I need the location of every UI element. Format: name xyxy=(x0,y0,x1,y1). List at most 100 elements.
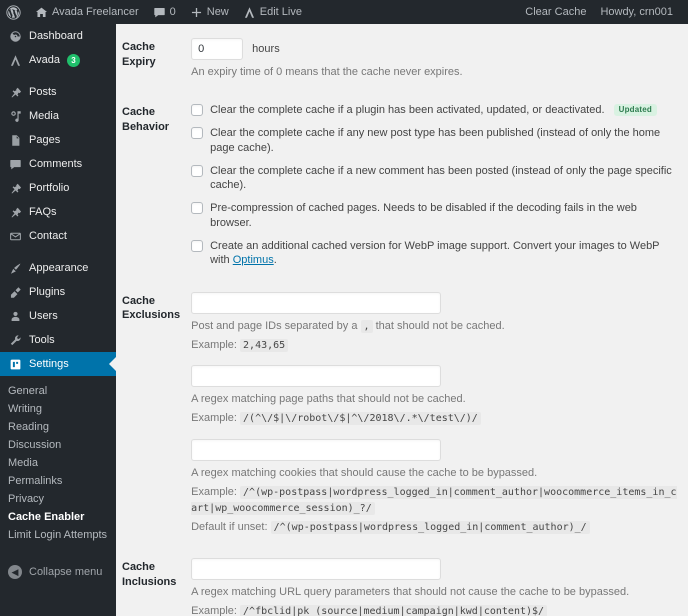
settings-submenu: General Writing Reading Discussion Media… xyxy=(0,376,116,550)
submenu-item-cache-enabler[interactable]: Cache Enabler xyxy=(0,508,116,526)
sidebar-item-label: Avada xyxy=(29,54,60,66)
wp-logo-button[interactable] xyxy=(0,0,28,24)
sidebar-item-media[interactable]: Media xyxy=(0,104,116,128)
cache-inclusions-fields-cell: A regex matching URL query parameters th… xyxy=(191,544,688,616)
comments-button[interactable]: 0 xyxy=(146,0,183,24)
sidebar-item-faqs[interactable]: FAQs xyxy=(0,200,116,224)
cache-inclusions-label: Cache Inclusions xyxy=(122,561,177,588)
sidebar-item-dashboard[interactable]: Dashboard xyxy=(0,24,116,48)
plugins-icon xyxy=(8,285,22,299)
row-cache-exclusions: Cache Exclusions Post and page IDs separ… xyxy=(116,278,688,545)
comments-count: 0 xyxy=(169,6,176,18)
sidebar-item-users[interactable]: Users xyxy=(0,304,116,328)
sidebar-item-posts[interactable]: Posts xyxy=(0,80,116,104)
checkbox-label: Clear the complete cache if a new commen… xyxy=(210,164,672,192)
checkbox-row-plugin-change[interactable]: Clear the complete cache if a plugin has… xyxy=(191,103,678,117)
sidebar-item-settings[interactable]: Settings xyxy=(0,352,116,376)
home-icon xyxy=(35,6,48,19)
new-content-label: New xyxy=(206,6,229,18)
sidebar-item-label: Appearance xyxy=(29,262,89,274)
chevron-left-icon: ◀ xyxy=(8,565,22,579)
cache-exclusions-fields-cell: Post and page IDs separated by a , that … xyxy=(191,278,688,545)
submenu-item-privacy[interactable]: Privacy xyxy=(0,490,116,508)
example-code: /(^\/$|\/robot\/$|^\/2018\/.*\/test\/)/ xyxy=(240,412,481,426)
desc-text-before: Post and page IDs separated by a xyxy=(191,319,361,332)
sidebar-item-avada[interactable]: Avada 3 xyxy=(0,48,116,72)
optimus-link[interactable]: Optimus xyxy=(233,254,274,266)
checkbox-plugin-change[interactable] xyxy=(191,103,204,116)
checkbox-row-pre-compression[interactable]: Pre-compression of cached pages. Needs t… xyxy=(191,201,678,230)
submenu-item-limit-login-attempts[interactable]: Limit Login Attempts xyxy=(0,526,116,544)
cache-expiry-unit: hours xyxy=(252,43,280,55)
submenu-item-general[interactable]: General xyxy=(0,382,116,400)
comment-icon xyxy=(8,157,22,171)
excluded-page-paths-input[interactable] xyxy=(191,365,442,388)
checkbox-new-post-type[interactable] xyxy=(191,127,204,140)
sidebar-item-label: Users xyxy=(29,310,58,322)
checkbox-row-new-comment[interactable]: Clear the complete cache if a new commen… xyxy=(191,164,678,193)
clear-cache-button[interactable]: Clear Cache xyxy=(519,0,593,24)
row-cache-behavior: Cache Behavior Clear the complete cache … xyxy=(116,89,688,278)
avada-update-badge: 3 xyxy=(67,53,80,67)
submenu-item-reading[interactable]: Reading xyxy=(0,418,116,436)
row-cache-inclusions: Cache Inclusions A regex matching URL qu… xyxy=(116,544,688,616)
excluded-post-ids-input[interactable] xyxy=(191,291,442,314)
settings-form: Cache Expiry hours An expiry time of 0 m… xyxy=(116,24,688,616)
checkbox-text-before: Create an additional cached version for … xyxy=(210,240,660,267)
cache-expiry-description: An expiry time of 0 means that the cache… xyxy=(191,66,463,78)
updated-badge: Updated xyxy=(613,103,657,117)
checkbox-new-comment[interactable] xyxy=(191,164,204,177)
envelope-icon xyxy=(8,229,22,243)
checkbox-row-webp[interactable]: Create an additional cached version for … xyxy=(191,239,678,268)
checkbox-row-new-post-type[interactable]: Clear the complete cache if any new post… xyxy=(191,126,678,155)
collapse-menu-button[interactable]: ◀ Collapse menu xyxy=(0,560,116,584)
sidebar-item-label: Settings xyxy=(29,358,69,370)
excluded-cookies-default: Default if unset: /^(wp-postpass|wordpre… xyxy=(191,520,678,536)
excluded-cookies-example: Example: /^(wp-postpass|wordpress_logged… xyxy=(191,485,678,517)
cache-expiry-input[interactable] xyxy=(191,38,244,60)
checkbox-pre-compression[interactable] xyxy=(191,202,204,215)
admin-bar-right: Clear Cache Howdy, crn001 xyxy=(519,0,688,24)
sidebar-item-comments[interactable]: Comments xyxy=(0,152,116,176)
checkbox-text: Clear the complete cache if a plugin has… xyxy=(210,103,605,116)
pin-icon xyxy=(8,85,22,99)
brush-icon xyxy=(8,261,22,275)
site-name-button[interactable]: Avada Freelancer xyxy=(28,0,146,24)
sidebar-item-pages[interactable]: Pages xyxy=(0,128,116,152)
included-query-params-input[interactable] xyxy=(191,558,442,581)
default-code: /^(wp-postpass|wordpress_logged_in|comme… xyxy=(270,521,590,535)
checkbox-label: Clear the complete cache if any new post… xyxy=(210,127,661,154)
new-content-button[interactable]: New xyxy=(183,0,236,24)
excluded-post-ids-example: Example: 2,43,65 xyxy=(191,338,678,354)
submenu-item-permalinks[interactable]: Permalinks xyxy=(0,472,116,490)
submenu-item-media[interactable]: Media xyxy=(0,454,116,472)
sidebar-item-label: FAQs xyxy=(29,206,57,218)
avada-icon xyxy=(243,6,256,19)
sidebar-item-contact[interactable]: Contact xyxy=(0,224,116,248)
wordpress-icon xyxy=(6,4,21,20)
example-code: /^(wp-postpass|wordpress_logged_in|comme… xyxy=(191,486,677,516)
cache-expiry-field-cell: hours An expiry time of 0 means that the… xyxy=(191,24,688,89)
sidebar-item-tools[interactable]: Tools xyxy=(0,328,116,352)
sidebar-item-appearance[interactable]: Appearance xyxy=(0,256,116,280)
example-label: Example: xyxy=(191,486,237,499)
example-code: /^fbclid|pk_(source|medium|campaign|kwd|… xyxy=(240,605,548,616)
pin-icon xyxy=(8,205,22,219)
row-cache-expiry: Cache Expiry hours An expiry time of 0 m… xyxy=(116,24,688,89)
excluded-cookies-description: A regex matching cookies that should cau… xyxy=(191,467,538,480)
submenu-item-writing[interactable]: Writing xyxy=(0,400,116,418)
admin-bar-left: Avada Freelancer 0 New Edit Live xyxy=(0,0,309,24)
sidebar-divider xyxy=(0,248,116,256)
default-label: Default if unset: xyxy=(191,521,268,534)
excluded-cookies-input[interactable] xyxy=(191,439,442,462)
excluded-post-ids-description: Post and page IDs separated by a , that … xyxy=(191,319,678,335)
comma-code: , xyxy=(360,319,373,333)
sidebar-item-plugins[interactable]: Plugins xyxy=(0,280,116,304)
excluded-page-paths-example: Example: /(^\/$|\/robot\/$|^\/2018\/.*\/… xyxy=(191,411,678,427)
sidebar-item-portfolio[interactable]: Portfolio xyxy=(0,176,116,200)
checkbox-webp[interactable] xyxy=(191,240,204,253)
my-account-button[interactable]: Howdy, crn001 xyxy=(593,0,680,24)
submenu-item-discussion[interactable]: Discussion xyxy=(0,436,116,454)
edit-live-button[interactable]: Edit Live xyxy=(236,0,309,24)
desc-text-after: that should not be cached. xyxy=(372,319,505,332)
